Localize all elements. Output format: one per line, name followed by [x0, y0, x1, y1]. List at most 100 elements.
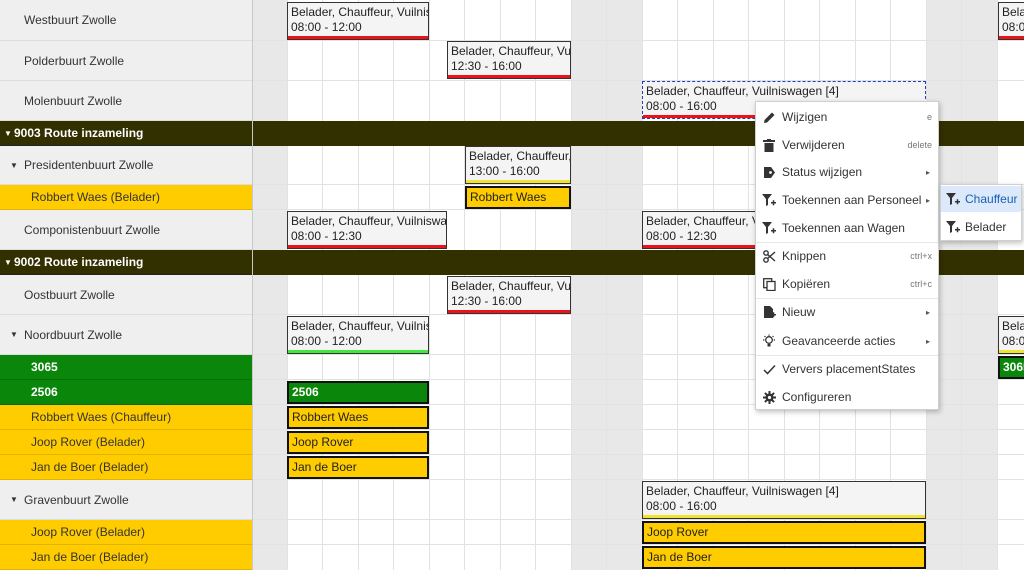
- sidebar-vehicle-2506[interactable]: 2506: [0, 380, 252, 405]
- menu-item-label: Verwijderen: [782, 138, 845, 152]
- lightbulb-icon: [756, 334, 782, 348]
- menu-item-ververs[interactable]: Ververs placementStates: [756, 356, 938, 382]
- event-block[interactable]: Belader, Chauffeur, Vuilnis 08:00 - 12:0…: [287, 316, 429, 354]
- sidebar-vehicle-3065[interactable]: 3065: [0, 355, 252, 380]
- sidebar-resource-joop-rover-2[interactable]: Joop Rover (Belader): [0, 520, 252, 545]
- event-block[interactable]: Belader, Chauffeur, Vu 08:00 - 12:30: [642, 211, 762, 249]
- new-file-icon: [756, 305, 782, 319]
- grid-line: [429, 0, 430, 570]
- resource-chip-jan-de-boer-2[interactable]: Jan de Boer: [642, 546, 926, 569]
- sidebar-row-label: Presidentenbuurt Zwolle: [24, 158, 154, 172]
- scissors-icon: [756, 249, 782, 263]
- sidebar-resource-robbert-waes-chauffeur[interactable]: Robbert Waes (Chauffeur): [0, 405, 252, 430]
- gear-icon: [756, 390, 782, 404]
- filter-plus-icon: [941, 220, 965, 234]
- menu-item-configureren[interactable]: Configureren: [756, 384, 938, 410]
- vehicle-chip-2506[interactable]: 2506: [287, 381, 429, 404]
- resource-label: Joop Rover (Belader): [31, 525, 146, 539]
- menu-item-toekennen-personeel[interactable]: Toekennen aan Personeel ▸: [756, 187, 938, 213]
- menu-item-label: Kopiëren: [782, 277, 831, 291]
- grid-line: [393, 0, 394, 570]
- event-time: 08:00 - 12:30: [291, 229, 362, 243]
- menu-item-label: Knippen: [782, 249, 827, 263]
- collapse-triangle-icon[interactable]: ▼: [4, 129, 14, 138]
- event-title: Belader, Chauffeur, Vui: [451, 44, 571, 58]
- vehicle-label: 2506: [31, 385, 58, 399]
- event-title: Bela: [1002, 319, 1024, 333]
- sidebar-row-gravenbuurt[interactable]: ▼ Gravenbuurt Zwolle: [0, 480, 252, 520]
- event-block[interactable]: Belader 08:0: [998, 2, 1024, 40]
- event-block[interactable]: Belader, Chauffeur, Vuilniswag 08:00 - 1…: [287, 211, 447, 249]
- tag-icon: [756, 166, 782, 179]
- sidebar-row-presidentenbuurt[interactable]: ▼ Presidentenbuurt Zwolle: [0, 146, 252, 185]
- menu-item-kopieren[interactable]: Kopiëren ctrl+c: [756, 271, 938, 297]
- event-status-bar: [288, 245, 446, 248]
- grid-line: [253, 454, 1024, 455]
- sidebar-row-label: Gravenbuurt Zwolle: [24, 492, 129, 507]
- menu-item-verwijderen[interactable]: Verwijderen delete: [756, 132, 938, 158]
- sidebar-row-polderbuurt[interactable]: Polderbuurt Zwolle: [0, 41, 252, 81]
- collapse-triangle-icon[interactable]: ▼: [4, 258, 14, 267]
- collapse-triangle-icon[interactable]: ▼: [10, 495, 20, 504]
- sidebar-resource-jan-de-boer[interactable]: Jan de Boer (Belader): [0, 455, 252, 480]
- sidebar-resource-joop-rover[interactable]: Joop Rover (Belader): [0, 430, 252, 455]
- event-time: 08:00 - 12:00: [291, 20, 362, 34]
- event-title: Belader, Chauffeur, Vuilnis: [291, 5, 429, 19]
- vehicle-chip-3065[interactable]: 3065: [998, 356, 1024, 379]
- collapse-triangle-icon[interactable]: ▼: [10, 330, 20, 339]
- event-block[interactable]: Belader, Chauffeur, 13:00 - 16:00: [465, 146, 571, 184]
- event-block[interactable]: Belader, Chauffeur, Vui 12:30 - 16:00: [447, 276, 571, 314]
- event-title: Belader, Chauffeur, Vuilnis: [291, 319, 429, 333]
- grid-line: [253, 519, 1024, 520]
- sidebar-route-9002[interactable]: ▼ 9002 Route inzameling: [0, 250, 252, 275]
- menu-item-status-wijzigen[interactable]: Status wijzigen ▸: [756, 159, 938, 185]
- event-title: Belader, Chauffeur, Vui: [451, 279, 571, 293]
- sidebar-resource-robbert-waes[interactable]: Robbert Waes (Belader): [0, 185, 252, 210]
- event-block[interactable]: Belader, Chauffeur, Vui 12:30 - 16:00: [447, 41, 571, 79]
- resource-label: Robbert Waes (Chauffeur): [31, 410, 172, 424]
- event-status-bar: [466, 180, 570, 183]
- resource-chip-jan-de-boer[interactable]: Jan de Boer: [287, 456, 429, 479]
- resource-label: Jan de Boer (Belader): [31, 460, 149, 474]
- event-title: Belader, Chauffeur, Vu: [646, 214, 762, 228]
- route-label: 9003 Route inzameling: [14, 126, 144, 140]
- sidebar-resource-jan-de-boer-2[interactable]: Jan de Boer (Belader): [0, 545, 252, 570]
- menu-item-wijzigen[interactable]: Wijzigen e: [756, 104, 938, 130]
- collapse-triangle-icon[interactable]: ▼: [10, 161, 20, 170]
- menu-item-nieuw[interactable]: Nieuw ▸: [756, 299, 938, 325]
- sidebar-row-westbuurt[interactable]: Westbuurt Zwolle: [0, 0, 252, 41]
- resource-chip-robbert-waes-chauffeur[interactable]: Robbert Waes: [287, 406, 429, 429]
- resource-chip-joop-rover-2[interactable]: Joop Rover: [642, 521, 926, 544]
- sidebar-row-noordbuurt[interactable]: ▼ Noordbuurt Zwolle: [0, 315, 252, 355]
- submenu-arrow-icon: ▸: [925, 307, 930, 317]
- sidebar-route-9003[interactable]: ▼ 9003 Route inzameling: [0, 121, 252, 146]
- resource-chip-robbert-waes[interactable]: Robbert Waes: [465, 186, 571, 209]
- menu-item-knippen[interactable]: Knippen ctrl+x: [756, 243, 938, 269]
- event-block[interactable]: Belader, Chauffeur, Vuilniswagen [4] 08:…: [642, 481, 926, 519]
- menu-shortcut: delete: [907, 140, 932, 150]
- grid-line: [253, 429, 1024, 430]
- grid-line: [606, 0, 607, 570]
- sidebar-row-molenbuurt[interactable]: Molenbuurt Zwolle: [0, 81, 252, 121]
- event-status-bar: [999, 350, 1024, 353]
- menu-item-toekennen-wagen[interactable]: Toekennen aan Wagen: [756, 215, 938, 241]
- submenu-item-chauffeur[interactable]: Chauffeur: [941, 186, 1021, 212]
- context-menu: Wijzigen e Verwijderen delete Status wij…: [755, 101, 939, 410]
- event-title: Belader: [1002, 5, 1024, 19]
- sidebar-row-oostbuurt[interactable]: Oostbuurt Zwolle: [0, 275, 252, 315]
- event-block[interactable]: Belader, Chauffeur, Vuilnis 08:00 - 12:0…: [287, 2, 429, 40]
- menu-item-geavanceerde-acties[interactable]: Geavanceerde acties ▸: [756, 328, 938, 354]
- sidebar-row-label: Polderbuurt Zwolle: [24, 53, 125, 68]
- resource-chip-joop-rover[interactable]: Joop Rover: [287, 431, 429, 454]
- event-time: 12:30 - 16:00: [451, 294, 522, 308]
- resource-label: Joop Rover (Belader): [31, 435, 146, 449]
- sidebar-row-componistenbuurt[interactable]: Componistenbuurt Zwolle: [0, 210, 252, 250]
- event-time: 08:00 - 12:30: [646, 229, 717, 243]
- event-time: 08:00 - 16:00: [646, 499, 717, 513]
- submenu-arrow-icon: ▸: [925, 336, 930, 346]
- sidebar-row-label: Westbuurt Zwolle: [24, 13, 117, 27]
- menu-shortcut: ctrl+c: [910, 279, 932, 289]
- event-block[interactable]: Bela 08:0: [998, 316, 1024, 354]
- submenu-item-belader[interactable]: Belader: [941, 214, 1021, 240]
- menu-item-label: Status wijzigen: [782, 165, 863, 179]
